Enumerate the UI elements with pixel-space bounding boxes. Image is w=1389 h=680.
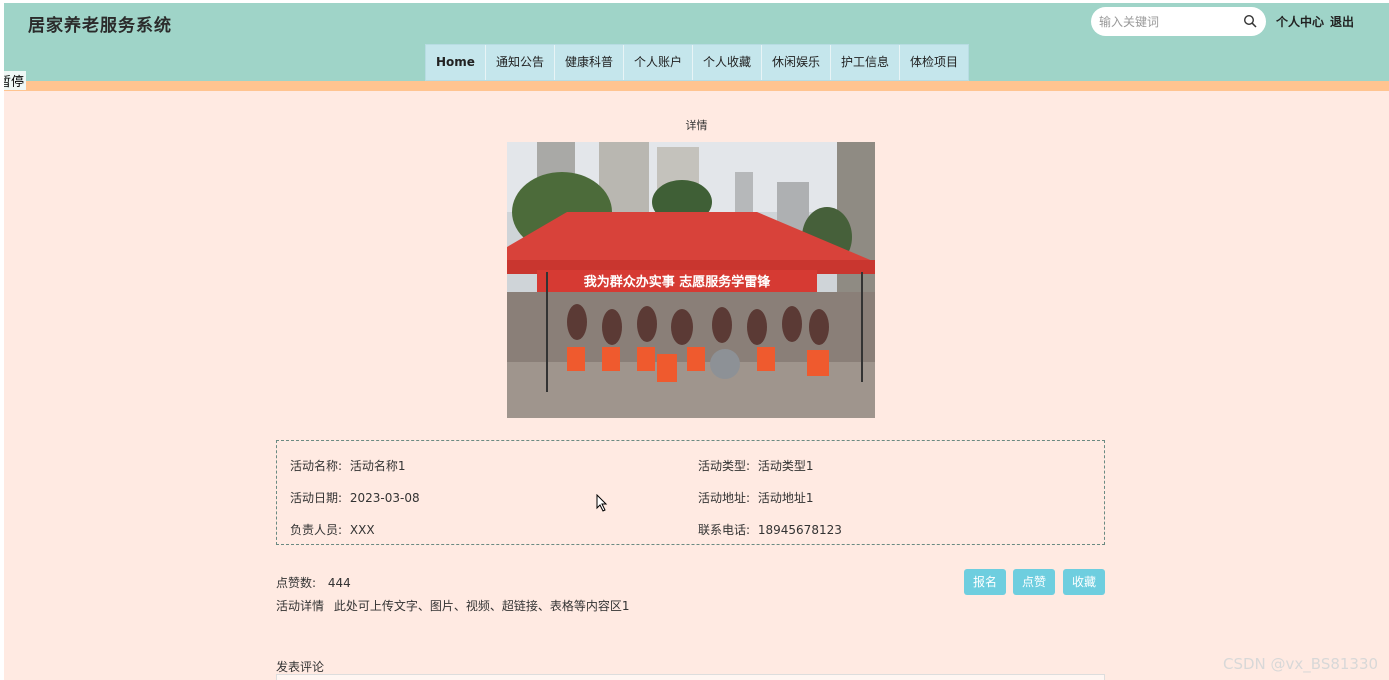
- logout-link[interactable]: 退出: [1330, 13, 1354, 30]
- photo-banner-text: 我为群众办实事 志愿服务学雷锋: [584, 274, 772, 290]
- nav-caregivers[interactable]: 护工信息: [831, 45, 901, 80]
- like-count-label: 点赞数:: [276, 576, 317, 590]
- activity-address-label: 活动地址:: [698, 491, 751, 505]
- activity-type-label: 活动类型:: [698, 459, 751, 473]
- activity-detail-label: 活动详情: [276, 599, 325, 613]
- activity-name-value: 活动名称1: [349, 459, 406, 473]
- activity-photo-image: 我为群众办实事 志愿服务学雷锋: [507, 142, 875, 418]
- comment-label: 发表评论: [276, 660, 325, 674]
- mouse-cursor-icon: [596, 494, 608, 512]
- main-nav: Home 通知公告 健康科普 个人账户 个人收藏 休闲娱乐 护工信息 体检项目: [425, 44, 970, 81]
- search-input[interactable]: [1099, 13, 1239, 30]
- person-in-charge-value: XXX: [349, 523, 375, 537]
- activity-name-row: 活动名称: 活动名称1: [290, 457, 406, 474]
- activity-detail-value: 此处可上传文字、图片、视频、超链接、表格等内容区1: [333, 599, 630, 613]
- contact-phone-label: 联系电话:: [698, 523, 751, 537]
- activity-address-value: 活动地址1: [757, 491, 814, 505]
- nav-checkup-items[interactable]: 体检项目: [900, 45, 968, 80]
- activity-date-label: 活动日期:: [290, 491, 343, 505]
- like-count-value: 444: [327, 576, 351, 590]
- activity-detail: 活动详情 此处可上传文字、图片、视频、超链接、表格等内容区1: [276, 597, 629, 614]
- top-header: 居家养老服务系统 个人中心 退出 Home 通知公告 健康科普 个人账户 个人收…: [4, 3, 1389, 81]
- search-icon[interactable]: [1243, 14, 1257, 28]
- activity-photo: 我为群众办实事 志愿服务学雷锋: [507, 142, 875, 418]
- activity-date-value: 2023-03-08: [349, 491, 420, 505]
- nav-home[interactable]: Home: [426, 45, 486, 80]
- activity-name-label: 活动名称:: [290, 459, 343, 473]
- watermark: CSDN @vx_BS81330: [1223, 655, 1379, 673]
- activity-type-row: 活动类型: 活动类型1: [698, 457, 814, 474]
- search-box[interactable]: [1091, 7, 1266, 36]
- section-title: 详情: [685, 119, 708, 132]
- person-in-charge-label: 负责人员:: [290, 523, 343, 537]
- activity-type-value: 活动类型1: [757, 459, 814, 473]
- activity-date-row: 活动日期: 2023-03-08: [290, 489, 420, 506]
- side-tag[interactable]: 暂停: [4, 71, 27, 90]
- accent-stripe: [4, 81, 1389, 91]
- favorite-button[interactable]: 收藏: [1063, 569, 1106, 595]
- contact-phone-value: 18945678123: [757, 523, 842, 537]
- nav-health-science[interactable]: 健康科普: [555, 45, 624, 80]
- nav-favorites[interactable]: 个人收藏: [693, 45, 762, 80]
- comment-input[interactable]: [276, 674, 1105, 680]
- signup-button[interactable]: 报名: [964, 569, 1007, 595]
- nav-personal-account[interactable]: 个人账户: [624, 45, 693, 80]
- like-count: 点赞数: 444: [276, 574, 351, 591]
- nav-leisure[interactable]: 休闲娱乐: [762, 45, 832, 80]
- user-center-link[interactable]: 个人中心: [1276, 13, 1324, 30]
- person-in-charge-row: 负责人员: XXX: [290, 521, 375, 538]
- like-button[interactable]: 点赞: [1013, 569, 1056, 595]
- activity-info-box: 活动名称: 活动名称1 活动类型: 活动类型1 活动日期: 2023-03-08…: [276, 440, 1105, 545]
- activity-address-row: 活动地址: 活动地址1: [698, 489, 814, 506]
- contact-phone-row: 联系电话: 18945678123: [698, 521, 842, 538]
- site-title: 居家养老服务系统: [28, 16, 172, 36]
- page-frame: 居家养老服务系统 个人中心 退出 Home 通知公告 健康科普 个人账户 个人收…: [4, 3, 1389, 680]
- nav-notices[interactable]: 通知公告: [486, 45, 555, 80]
